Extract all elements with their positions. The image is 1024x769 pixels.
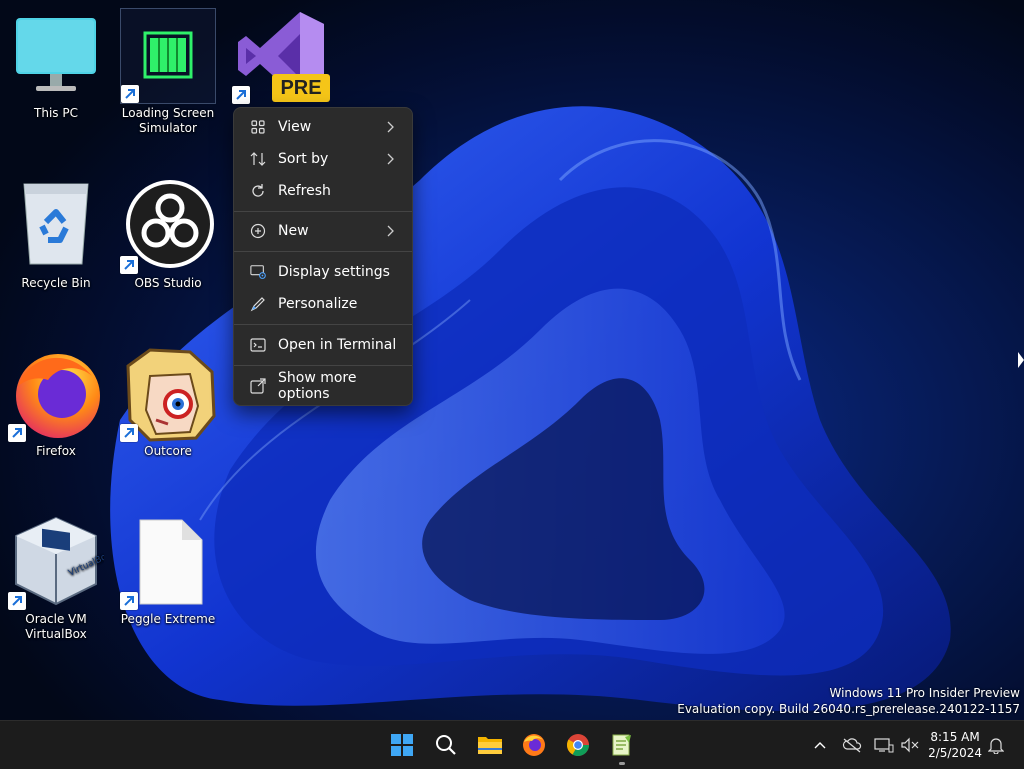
notepad-plus-plus-icon: [612, 734, 631, 756]
menu-item-label: Display settings: [278, 264, 390, 280]
monitor-icon: [8, 8, 104, 104]
blank-file-icon: [120, 514, 216, 610]
menu-item-label: Show more options: [278, 370, 357, 402]
icon-label: Outcore: [144, 444, 192, 458]
grid-view-icon: [250, 119, 266, 135]
evaluation-watermark: Windows 11 Pro Insider Preview Evaluatio…: [677, 685, 1020, 717]
menu-item-label: Sort by: [278, 151, 329, 167]
firefox-icon: [8, 346, 104, 442]
desktop-icon-visual-studio-preview[interactable]: PRE: [230, 8, 330, 104]
pen-icon: [250, 296, 266, 312]
menu-item-view[interactable]: View: [238, 112, 408, 142]
icon-label: Oracle VM VirtualBox: [25, 612, 87, 641]
obs-icon: [120, 178, 216, 274]
terminal-icon: [250, 337, 266, 353]
menu-separator: [234, 211, 412, 212]
search-icon: [436, 735, 456, 755]
volume-muted-icon: [901, 737, 919, 753]
network-icon: [874, 738, 894, 753]
onedrive-offline-icon: [842, 738, 862, 753]
shortcut-arrow-icon: [8, 592, 26, 610]
taskbar-file-explorer[interactable]: [470, 727, 510, 763]
shortcut-arrow-icon: [120, 256, 138, 274]
desktop-icon-obs-studio[interactable]: OBS Studio: [118, 178, 218, 291]
menu-separator: [234, 324, 412, 325]
taskbar: 8:15 AM 2/5/2024: [0, 720, 1024, 769]
shortcut-arrow-icon: [8, 424, 26, 442]
recycle-bin-icon: [8, 178, 104, 274]
chrome-icon: [567, 734, 589, 756]
menu-item-new[interactable]: New: [238, 216, 408, 246]
plus-circle-icon: [250, 223, 266, 239]
taskbar-chrome[interactable]: [558, 727, 598, 763]
loading-bar-icon: [120, 8, 216, 104]
menu-item-open-in-terminal[interactable]: Open in Terminal: [238, 330, 408, 360]
refresh-icon: [250, 183, 266, 199]
start-button[interactable]: [382, 727, 422, 763]
chevron-right-icon: [386, 153, 394, 169]
pre-badge: PRE: [272, 74, 330, 102]
chevron-right-icon: [386, 121, 394, 137]
shortcut-arrow-icon: [232, 86, 250, 104]
icon-label: Firefox: [36, 444, 76, 458]
running-indicator: [619, 762, 625, 765]
icon-label: Peggle Extreme: [120, 612, 216, 626]
taskbar-firefox[interactable]: [514, 727, 554, 763]
watermark-line-1: Windows 11 Pro Insider Preview: [829, 686, 1020, 700]
virtualbox-icon: VirtualBox: [8, 514, 114, 610]
desktop-icon-recycle-bin[interactable]: Recycle Bin: [6, 178, 106, 291]
file-explorer-icon: [478, 737, 502, 754]
menu-item-label: New: [278, 223, 309, 239]
desktop-icon-peggle-extreme[interactable]: Peggle Extreme: [118, 514, 218, 627]
chevron-up-icon: [814, 742, 826, 749]
desktop-icon-virtualbox[interactable]: VirtualBox Oracle VM VirtualBox: [6, 514, 114, 642]
menu-separator: [234, 251, 412, 252]
clock-time: 8:15 AM: [930, 730, 980, 744]
start-icon: [391, 734, 413, 756]
shortcut-arrow-icon: [120, 424, 138, 442]
icon-label: Recycle Bin: [21, 276, 91, 290]
desktop-icon-loading-screen-simulator[interactable]: Loading Screen Simulator: [118, 8, 218, 136]
notifications-button[interactable]: [984, 733, 1008, 757]
visual-studio-preview-icon: PRE: [232, 8, 330, 104]
menu-item-show-more-options[interactable]: Show more options: [238, 370, 408, 402]
outcore-character-icon: [120, 346, 216, 442]
menu-separator: [234, 365, 412, 366]
firefox-icon: [523, 734, 545, 756]
menu-item-personalize[interactable]: Personalize: [238, 289, 408, 319]
display-settings-icon: [250, 264, 266, 280]
icon-label: OBS Studio: [134, 276, 202, 290]
icon-label: This PC: [34, 106, 78, 120]
desktop-icon-firefox[interactable]: Firefox: [6, 346, 106, 459]
mouse-cursor-icon: [1018, 352, 1024, 368]
bell-icon: [988, 738, 1004, 754]
desktop-icon-this-pc[interactable]: This PC: [6, 8, 106, 121]
search-button[interactable]: [426, 727, 466, 763]
menu-item-label: Refresh: [278, 183, 331, 199]
desktop[interactable]: This PC Loading Screen Simulator PRE Rec…: [0, 0, 1024, 720]
shortcut-arrow-icon: [120, 592, 138, 610]
desktop-context-menu: View Sort by Refresh New Display setting…: [233, 107, 413, 406]
menu-item-sort-by[interactable]: Sort by: [238, 144, 408, 174]
onedrive-tray-button[interactable]: [840, 733, 864, 757]
watermark-line-2: Evaluation copy. Build 26040.rs_prerelea…: [677, 702, 1020, 716]
volume-tray-button[interactable]: [898, 733, 922, 757]
desktop-icon-outcore[interactable]: Outcore: [118, 346, 218, 459]
taskbar-notepad-plus-plus[interactable]: [602, 727, 642, 765]
menu-item-refresh[interactable]: Refresh: [238, 176, 408, 206]
shortcut-arrow-icon: [121, 85, 139, 103]
system-clock[interactable]: 8:15 AM 2/5/2024: [928, 729, 982, 761]
icon-label: Loading Screen Simulator: [121, 106, 215, 135]
menu-item-display-settings[interactable]: Display settings: [238, 257, 408, 287]
pre-badge-label: PRE: [280, 77, 322, 99]
menu-item-label: View: [278, 119, 312, 135]
chevron-right-icon: [386, 225, 394, 241]
show-hidden-icons-button[interactable]: [808, 733, 832, 757]
menu-item-label: Open in Terminal: [278, 337, 397, 353]
clock-date: 2/5/2024: [928, 746, 982, 760]
sort-icon: [250, 151, 266, 167]
network-tray-button[interactable]: [872, 733, 896, 757]
menu-item-label: Personalize: [278, 296, 358, 312]
share-more-icon: [250, 378, 266, 394]
